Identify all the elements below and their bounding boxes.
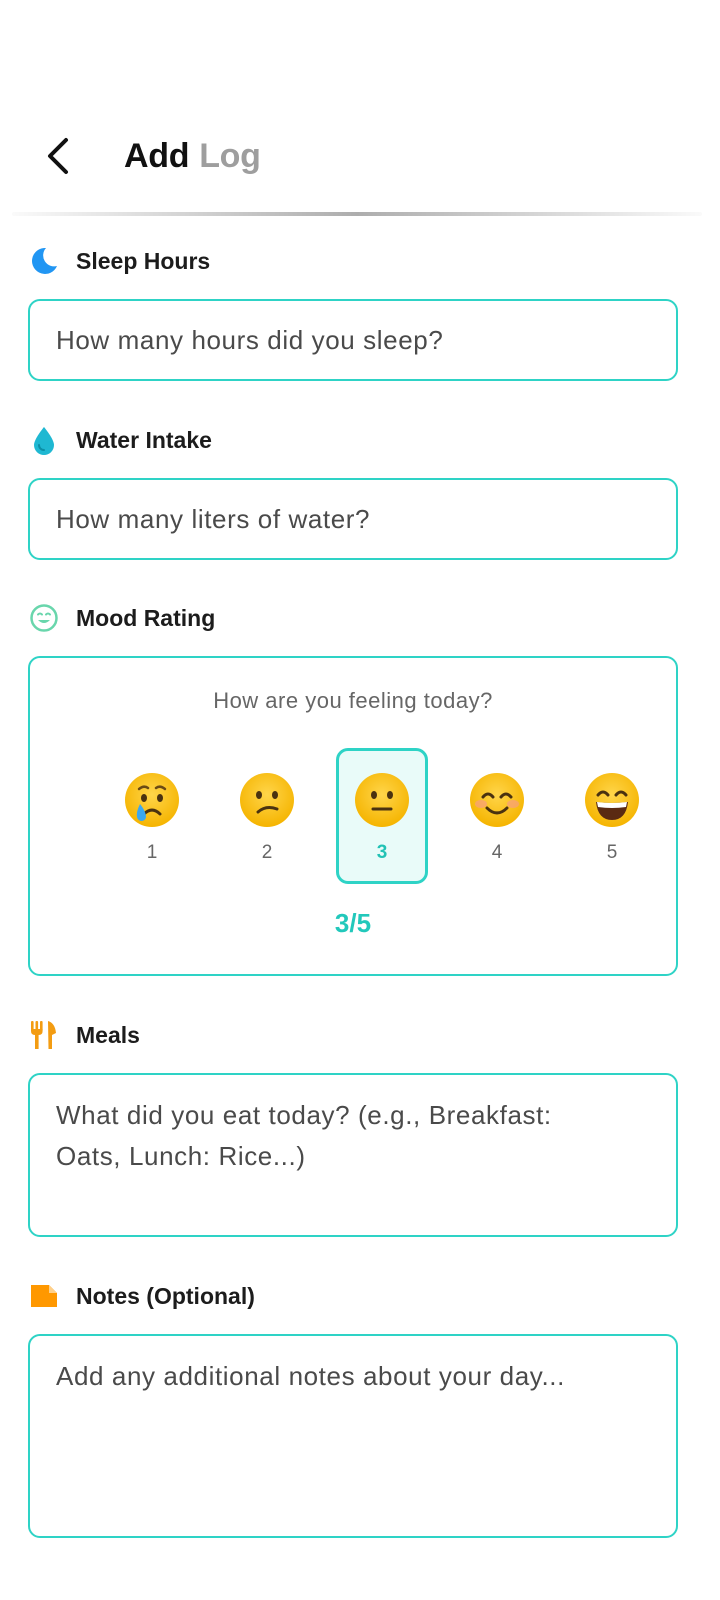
water-intake-input[interactable]: How many liters of water? bbox=[28, 478, 678, 560]
water-drop-icon bbox=[28, 424, 60, 456]
meals-label-row: Meals bbox=[28, 1018, 140, 1052]
mood-option-5[interactable]: 5 bbox=[566, 748, 658, 884]
sleep-hours-placeholder: How many hours did you sleep? bbox=[56, 325, 444, 355]
mood-rating-card: How are you feeling today? 1 2 3 4 5 3/5 bbox=[28, 656, 678, 976]
add-log-screen: Add Log Sleep Hours How many hours did yo… bbox=[0, 0, 720, 1600]
mood-score: 3/5 bbox=[334, 908, 372, 938]
moon-icon bbox=[28, 245, 60, 277]
notes-label: Notes (Optional) bbox=[76, 1282, 255, 1309]
crying-face-icon bbox=[125, 773, 179, 827]
smiley-icon bbox=[28, 602, 60, 634]
mood-option-3[interactable]: 3 bbox=[336, 748, 428, 884]
mood-option-1-label: 1 bbox=[146, 842, 158, 863]
meals-placeholder-line-1: What did you eat today? (e.g., Breakfast… bbox=[56, 1100, 552, 1130]
mood-option-5-label: 5 bbox=[606, 842, 618, 863]
mood-option-4-label: 4 bbox=[491, 842, 503, 863]
sleep-label-row: Sleep Hours bbox=[28, 244, 210, 278]
mood-label-row: Mood Rating bbox=[28, 601, 215, 635]
fork-knife-icon bbox=[28, 1019, 60, 1051]
water-label: Water Intake bbox=[76, 426, 212, 453]
chevron-left-icon bbox=[48, 138, 68, 174]
notes-input[interactable]: Add any additional notes about your day.… bbox=[28, 1334, 678, 1538]
app-header: Add Log bbox=[0, 118, 720, 194]
mood-label: Mood Rating bbox=[76, 604, 216, 631]
mood-option-1[interactable]: 1 bbox=[106, 748, 198, 884]
note-icon bbox=[28, 1280, 60, 1312]
sleep-hours-input[interactable]: How many hours did you sleep? bbox=[28, 299, 678, 381]
grinning-face-icon bbox=[585, 773, 639, 827]
notes-placeholder: Add any additional notes about your day.… bbox=[56, 1361, 565, 1391]
notes-label-row: Notes (Optional) bbox=[28, 1279, 255, 1313]
page-title: Add Log bbox=[124, 134, 261, 178]
neutral-face-icon bbox=[355, 773, 409, 827]
page-title-main: Add bbox=[124, 137, 190, 175]
mood-option-3-label: 3 bbox=[376, 842, 388, 863]
water-intake-placeholder: How many liters of water? bbox=[56, 504, 371, 534]
water-label-row: Water Intake bbox=[28, 423, 212, 457]
mood-question: How are you feeling today? bbox=[213, 688, 493, 713]
page-title-sub: Log bbox=[199, 137, 261, 175]
smiling-face-icon bbox=[470, 773, 524, 827]
meals-label: Meals bbox=[76, 1021, 140, 1048]
back-button[interactable] bbox=[38, 134, 82, 178]
mood-options: 1 2 3 4 5 bbox=[96, 748, 670, 888]
mood-option-4[interactable]: 4 bbox=[451, 748, 543, 884]
mood-option-2-label: 2 bbox=[261, 842, 273, 863]
meals-input[interactable]: What did you eat today? (e.g., Breakfast… bbox=[28, 1073, 678, 1237]
meals-placeholder-line-2: Oats, Lunch: Rice...) bbox=[56, 1141, 306, 1171]
mood-option-2[interactable]: 2 bbox=[221, 748, 313, 884]
confused-face-icon bbox=[240, 773, 294, 827]
header-divider bbox=[12, 212, 702, 216]
sleep-label: Sleep Hours bbox=[76, 247, 211, 274]
